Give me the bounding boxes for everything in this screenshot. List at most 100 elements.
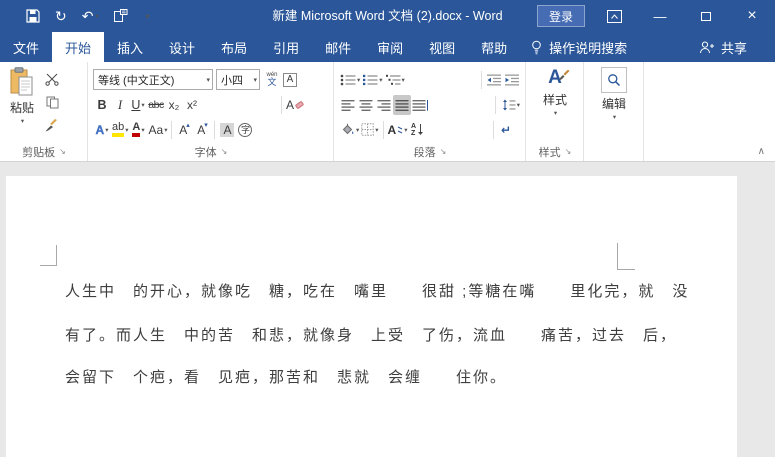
undo-button[interactable]: ↶ ▾ xyxy=(82,8,99,25)
paste-clipboard-icon xyxy=(10,67,33,96)
cut-button[interactable] xyxy=(43,69,61,89)
paragraph-group-label: 段落 ↘ xyxy=(413,147,447,159)
borders-icon xyxy=(361,123,374,136)
styles-group-label: 样式 ↘ xyxy=(538,147,572,159)
clipboard-dialog-launcher[interactable]: ↘ xyxy=(59,148,66,156)
editing-button[interactable]: 编辑 ▾ xyxy=(597,66,631,122)
tab-review[interactable]: 审阅 xyxy=(364,32,416,62)
ribbon-display-options-button[interactable] xyxy=(591,0,637,32)
font-name-combobox[interactable]: 等线 (中文正文) ▾ xyxy=(93,69,213,90)
format-painter-button[interactable] xyxy=(43,115,61,135)
paintbrush-icon xyxy=(45,118,57,131)
line-spacing-button[interactable]: ▾ xyxy=(499,95,521,115)
italic-button[interactable]: I xyxy=(111,95,129,115)
paragraph-row-2: ▾ xyxy=(339,93,521,116)
paragraph-dialog-launcher[interactable]: ↘ xyxy=(440,148,447,156)
show-hide-marks-button[interactable]: ↵ xyxy=(497,120,515,140)
font-size-value: 小四 xyxy=(221,74,243,87)
tab-mailings[interactable]: 邮件 xyxy=(312,32,364,62)
numbering-button[interactable]: ▾ xyxy=(361,70,383,90)
customize-qat-button[interactable]: ▾ xyxy=(143,12,149,21)
change-case-icon: Aa xyxy=(148,122,164,137)
redo-button[interactable]: ↻ xyxy=(55,8,67,25)
font-name-caret[interactable]: ▾ xyxy=(206,76,210,84)
numbered-list-icon xyxy=(363,74,378,85)
superscript-button[interactable]: x² xyxy=(183,95,201,115)
align-left-icon xyxy=(341,99,355,111)
tab-view[interactable]: 视图 xyxy=(416,32,468,62)
underline-caret[interactable]: ▾ xyxy=(141,101,144,109)
minimize-button[interactable]: — xyxy=(637,0,683,32)
borders-button[interactable]: ▾ xyxy=(360,120,379,140)
ribbon-display-options-icon xyxy=(606,9,622,23)
clear-formatting-button[interactable]: A xyxy=(285,95,305,115)
tab-help[interactable]: 帮助 xyxy=(468,32,520,62)
share-button[interactable]: 共享 xyxy=(699,32,775,62)
change-case-button[interactable]: Aa ▾ xyxy=(148,120,169,140)
align-left-button[interactable] xyxy=(339,95,357,115)
text-effects-button[interactable]: A ▾ xyxy=(93,120,111,140)
tab-file[interactable]: 文件 xyxy=(0,32,52,62)
enclose-characters-button[interactable]: 字 xyxy=(236,120,254,140)
copy-button[interactable] xyxy=(43,92,61,112)
phonetic-guide-button[interactable]: wén 文 xyxy=(263,70,281,90)
undo-dropdown-caret[interactable]: ▾ xyxy=(95,13,98,20)
underline-button[interactable]: U ▾ xyxy=(129,95,147,115)
document-text-line[interactable]: 会留下 个疤，看 见疤，那苦和 悲就 会缠 住你。 xyxy=(65,366,507,387)
document-text-line[interactable]: 有了。而人生 中的苦 和悲，就像身 上受 了伤，流血 痛苦，过去 后， xyxy=(65,324,677,345)
distribute-button[interactable] xyxy=(411,95,429,115)
align-right-button[interactable] xyxy=(375,95,393,115)
paint-bucket-icon xyxy=(342,123,354,135)
tab-home[interactable]: 开始 xyxy=(52,32,105,62)
group-paragraph: ▾ ▾ ▾ ▾ ▾ ▾ A ▾ A Z ↵ 段落 ↘ xyxy=(334,62,526,161)
distribute-icon xyxy=(412,99,428,111)
separator xyxy=(171,120,173,139)
font-size-combobox[interactable]: 小四 ▾ xyxy=(216,69,260,90)
character-shading-button[interactable]: A xyxy=(218,120,236,140)
ribbon-tab-bar: 文件 开始 插入 设计 布局 引用 邮件 审阅 视图 帮助 操作说明搜索 共享 xyxy=(0,32,775,62)
styles-button[interactable]: A 样式 ▾ xyxy=(539,66,571,118)
tell-me-search[interactable]: 操作说明搜索 xyxy=(520,32,637,62)
shading-button[interactable]: ▾ xyxy=(339,120,360,140)
multilevel-list-button[interactable]: ▾ xyxy=(384,70,406,90)
tab-design[interactable]: 设计 xyxy=(156,32,208,62)
sort-button[interactable]: A Z xyxy=(408,120,426,140)
bold-button[interactable]: B xyxy=(93,95,111,115)
align-center-button[interactable] xyxy=(357,95,375,115)
font-size-caret[interactable]: ▾ xyxy=(253,76,257,84)
sign-in-button[interactable]: 登录 xyxy=(537,5,586,27)
save-button[interactable] xyxy=(26,9,40,23)
tab-layout[interactable]: 布局 xyxy=(208,32,260,62)
strikethrough-button[interactable]: abc xyxy=(147,95,165,115)
maximize-button[interactable] xyxy=(683,0,729,32)
character-border-button[interactable]: A xyxy=(281,70,299,90)
bullets-button[interactable]: ▾ xyxy=(339,70,361,90)
font-color-button[interactable]: A ▾ xyxy=(130,120,148,140)
shrink-font-button[interactable]: A ▾ xyxy=(193,120,211,140)
justify-button[interactable] xyxy=(393,94,411,115)
subscript-button[interactable]: x₂ xyxy=(165,95,183,115)
touch-mouse-mode-button[interactable] xyxy=(113,9,128,23)
asian-layout-button[interactable]: A ▾ xyxy=(387,120,409,140)
paste-button[interactable]: 粘贴 ▾ xyxy=(5,66,39,143)
font-dialog-launcher[interactable]: ↘ xyxy=(221,148,228,156)
text-highlight-button[interactable]: ab ▾ xyxy=(111,120,130,140)
collapse-ribbon-button[interactable]: ∧ xyxy=(758,146,765,157)
document-area: 人生中 的开心，就像吃 糖，吃在 嘴里 很甜 ;等糖在嘴 里化完，就 没 有了。… xyxy=(0,162,775,457)
document-text-line[interactable]: 人生中 的开心，就像吃 糖，吃在 嘴里 很甜 ;等糖在嘴 里化完，就 没 xyxy=(65,280,689,301)
grow-font-button[interactable]: A ▴ xyxy=(175,120,193,140)
tab-insert[interactable]: 插入 xyxy=(104,32,156,62)
paste-dropdown-caret[interactable]: ▾ xyxy=(21,117,24,125)
paragraph-mark-icon: ↵ xyxy=(500,122,512,137)
lightbulb-icon xyxy=(532,40,541,54)
increase-indent-button[interactable] xyxy=(503,70,521,90)
document-page[interactable]: 人生中 的开心，就像吃 糖，吃在 嘴里 很甜 ;等糖在嘴 里化完，就 没 有了。… xyxy=(6,176,737,457)
asian-layout-strokes xyxy=(397,126,403,133)
document-icon xyxy=(114,9,128,22)
styles-dialog-launcher[interactable]: ↘ xyxy=(565,148,572,156)
tab-references[interactable]: 引用 xyxy=(260,32,312,62)
decrease-indent-button[interactable] xyxy=(485,70,503,90)
share-label: 共享 xyxy=(720,40,747,56)
close-button[interactable]: × xyxy=(729,0,775,32)
paragraph-row-1: ▾ ▾ ▾ xyxy=(339,66,521,93)
